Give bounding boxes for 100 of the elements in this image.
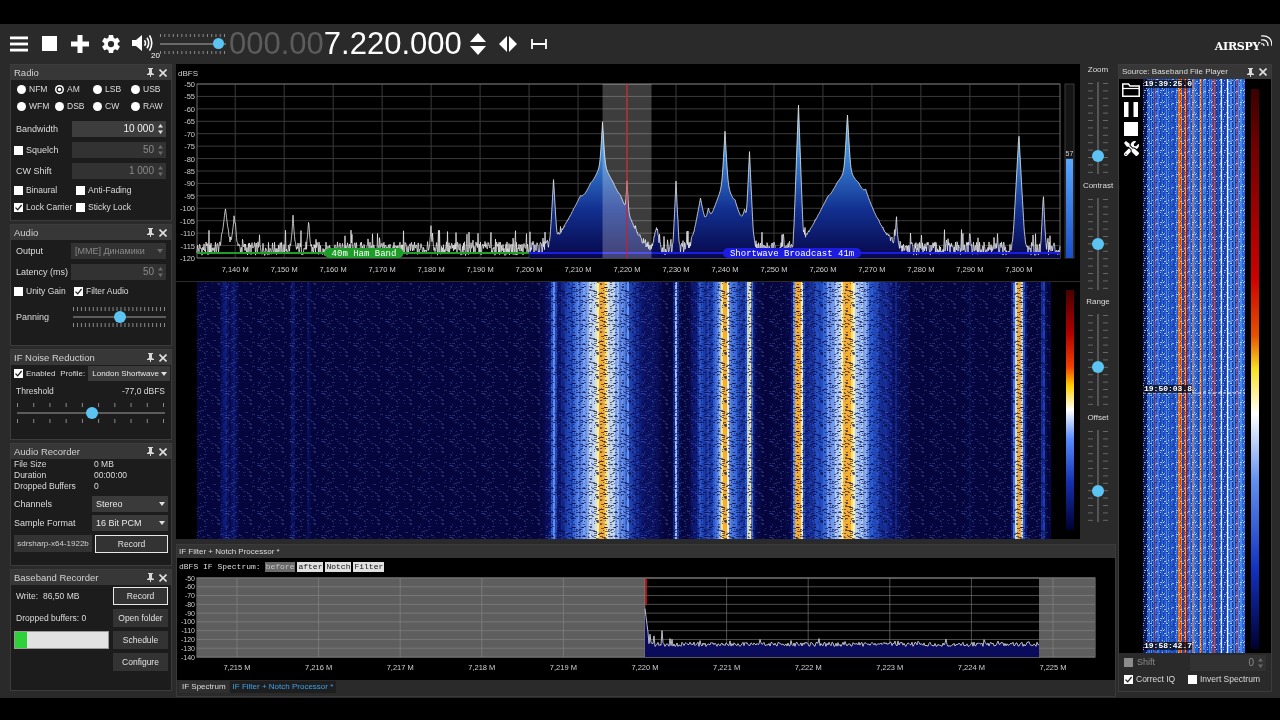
field-label: Sample Format [14, 518, 76, 528]
caret-icon[interactable] [161, 371, 167, 376]
tab[interactable]: IF Filter + Notch Processor * [229, 681, 337, 693]
slider-label: Range [1086, 297, 1110, 307]
signal-arcs-icon [1260, 35, 1272, 46]
checkbox[interactable] [1188, 675, 1197, 684]
close-icon[interactable] [159, 228, 167, 237]
radio-label: RAW [143, 102, 163, 111]
pin-icon[interactable] [147, 573, 154, 582]
radio-label: NFM [29, 85, 48, 94]
field-label: Output [16, 246, 44, 256]
dropdown[interactable]: London Shortwave [88, 366, 170, 381]
checkbox-label: Binaural [26, 186, 58, 195]
field-label: Profile: [60, 369, 86, 378]
slider-thumb[interactable] [86, 406, 99, 419]
slider-thumb[interactable] [1092, 484, 1104, 497]
checkbox-label: Invert Spectrum [1200, 675, 1260, 684]
toggle-button[interactable]: Notch [325, 561, 352, 572]
timestamp: 19:39:25.0 [1144, 80, 1192, 88]
stat-value: 00:00:00 [94, 471, 128, 480]
folder-icon[interactable] [1122, 83, 1140, 97]
checkbox[interactable] [14, 369, 23, 378]
toggle-button[interactable]: after [297, 561, 324, 572]
radio-label: AM [67, 85, 80, 94]
stat-label: Dropped Buffers [14, 482, 77, 491]
pin-icon[interactable] [147, 68, 154, 77]
checkbox[interactable] [76, 203, 85, 212]
span-icon[interactable] [530, 38, 547, 49]
tools-icon[interactable] [1123, 141, 1139, 156]
slider-thumb[interactable] [1092, 238, 1104, 250]
up-down-arrows-icon[interactable] [469, 32, 486, 55]
slider-label: Offset [1087, 413, 1109, 423]
frequency-display[interactable]: 7.220.000 [323, 28, 462, 59]
write-label: Write: [16, 591, 39, 601]
checkbox-label: Filter Audio [86, 287, 129, 296]
checkbox[interactable] [74, 287, 83, 296]
dropdown[interactable]: 16 Bit PCM [92, 515, 168, 531]
spinner-icon[interactable] [158, 124, 163, 134]
close-icon[interactable] [159, 573, 167, 582]
radio-button[interactable] [131, 85, 140, 94]
slider-thumb[interactable] [1092, 361, 1104, 374]
radio-button[interactable] [17, 102, 26, 111]
left-right-arrows-icon[interactable] [498, 35, 517, 52]
menu-icon[interactable] [10, 35, 28, 52]
close-icon[interactable] [159, 447, 167, 456]
field-label: CW Shift [16, 166, 52, 176]
plus-icon[interactable] [71, 34, 89, 53]
close-icon[interactable] [1259, 68, 1267, 76]
dropdown[interactable]: Stereo [92, 496, 168, 512]
caret-icon[interactable] [159, 521, 165, 525]
number-field[interactable]: 10 000 [72, 121, 166, 137]
close-icon[interactable] [159, 353, 167, 362]
slider-label: Zoom [1087, 65, 1109, 75]
caret-icon[interactable] [159, 502, 165, 506]
button[interactable]: Record [95, 535, 168, 553]
pin-icon[interactable] [147, 228, 154, 237]
checkbox-label: Unity Gain [26, 287, 66, 296]
toggle-button[interactable]: Filter [353, 561, 385, 572]
panel-title: Radio [14, 67, 39, 78]
speaker-icon[interactable] [132, 33, 154, 52]
checkbox-label: Correct IQ [1136, 675, 1176, 684]
radio-button[interactable] [55, 102, 64, 111]
panel-title: Baseband Recorder [14, 572, 99, 583]
checkbox[interactable] [1124, 675, 1133, 684]
button[interactable]: Open folder [113, 609, 168, 627]
waterfall-image[interactable] [1143, 79, 1245, 653]
if-spectrum-caption: dBFS IF Spectrum: [179, 562, 261, 571]
slider-thumb[interactable] [113, 311, 126, 323]
pin-icon[interactable] [1247, 67, 1254, 77]
settings-icon[interactable] [101, 33, 121, 54]
pin-icon[interactable] [147, 447, 154, 456]
radio-button[interactable] [131, 102, 140, 111]
field-label: Squelch [26, 145, 59, 155]
radio-button[interactable] [93, 102, 102, 111]
checkbox[interactable] [14, 287, 23, 296]
slider-label: Panning [16, 312, 50, 322]
file-name-field[interactable]: sdrsharp-x64-1922b [14, 535, 92, 552]
checkbox[interactable] [76, 186, 85, 195]
radio-button[interactable] [17, 85, 26, 94]
pin-icon[interactable] [147, 353, 154, 362]
dropped-buffers-text: Dropped buffers: 0 [16, 613, 87, 623]
button[interactable]: Configure [113, 653, 168, 671]
checkbox[interactable] [14, 186, 23, 195]
field-label: Bandwidth [16, 124, 59, 134]
axis-unit: dBFS [178, 69, 198, 78]
radio-button[interactable] [93, 85, 102, 94]
slider-thumb[interactable] [212, 38, 224, 49]
close-icon[interactable] [159, 68, 167, 77]
tab[interactable]: IF Spectrum [179, 681, 229, 693]
radio-button[interactable] [55, 85, 64, 94]
radio-label: CW [105, 102, 120, 111]
radio-label: DSB [67, 102, 85, 111]
button[interactable]: Schedule [113, 631, 168, 649]
checkbox[interactable] [14, 203, 23, 212]
button[interactable]: Record [113, 587, 168, 605]
pause-icon[interactable] [1124, 102, 1138, 117]
slider-thumb[interactable] [1092, 149, 1104, 162]
checkbox-label: Anti-Fading [88, 186, 132, 195]
threshold-reading: -77,0 dBFS [122, 387, 165, 396]
panel-title: Audio [14, 227, 39, 238]
